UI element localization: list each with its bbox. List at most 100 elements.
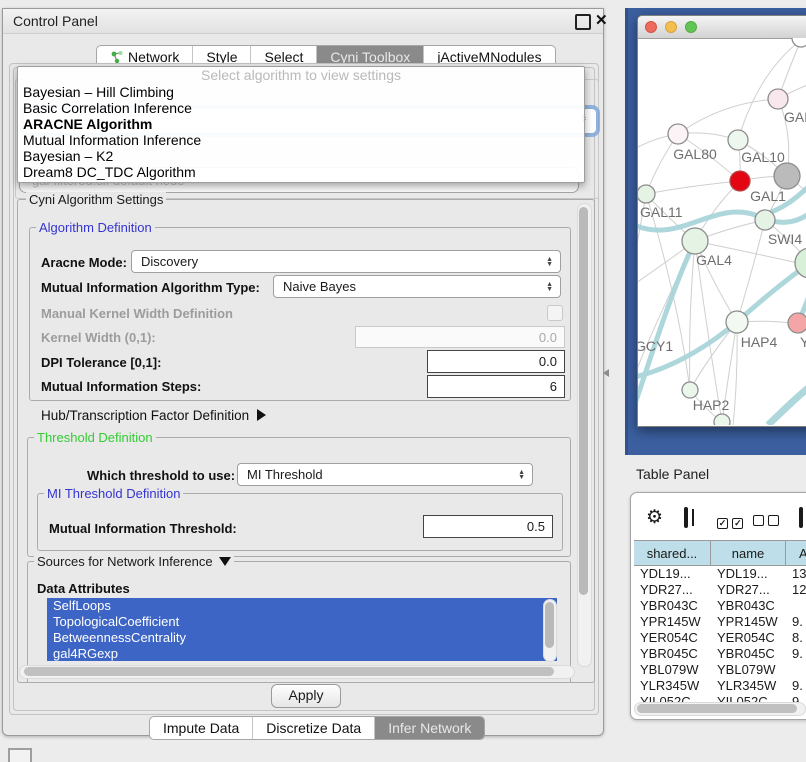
attribute-item[interactable]: TopologicalCoefficient — [47, 614, 557, 630]
table-row[interactable]: YBR045CYBR045C9. — [634, 646, 806, 662]
tab-discretize-data[interactable]: Discretize Data — [252, 717, 374, 739]
mi-type-combobox[interactable]: Naive Bayes ▲▼ — [273, 275, 561, 298]
apply-button[interactable]: Apply — [271, 684, 341, 708]
control-panel-window: Control Panel ✕ Network Style Select Cyn… — [2, 8, 604, 736]
which-threshold-combobox[interactable]: MI Threshold ▲▼ — [237, 463, 533, 486]
dropdown-item[interactable]: Basic Correlation Inference — [18, 100, 584, 116]
table-horizontal-scrollbar[interactable] — [634, 702, 806, 716]
table-panel-title: Table Panel — [636, 466, 709, 482]
mi-steps-value: 6 — [550, 379, 557, 394]
float-window-icon[interactable] — [575, 14, 591, 30]
gear-icon[interactable]: ⚙ — [646, 508, 663, 527]
cyni-mode-tabs: Impute Data Discretize Data Infer Networ… — [149, 716, 485, 740]
network-node-gal10[interactable] — [728, 130, 748, 150]
data-attributes-label: Data Attributes — [37, 581, 130, 596]
network-node-gray[interactable] — [774, 163, 800, 189]
scrollbar-thumb[interactable] — [545, 602, 554, 648]
attribute-item[interactable]: SelfLoops — [47, 598, 557, 614]
which-threshold-value: MI Threshold — [247, 467, 323, 482]
table-body: YDL19...YDL19...13 YDR27...YDR27...12 YB… — [634, 566, 806, 702]
window-title: Control Panel — [13, 13, 98, 29]
column-header-partial[interactable]: A — [786, 541, 806, 565]
mi-threshold-label: Mutual Information Threshold: — [49, 521, 237, 536]
select-all-columns-icon[interactable]: ✓ ✓ — [717, 513, 743, 531]
settings-vertical-scrollbar[interactable] — [577, 203, 592, 667]
close-icon[interactable]: ✕ — [595, 11, 608, 29]
node-label: GAL4 — [696, 252, 732, 268]
dock-panel-icon[interactable] — [8, 748, 32, 762]
screen: Control Panel ✕ Network Style Select Cyn… — [0, 0, 806, 762]
table-row[interactable]: YDL19...YDL19...13 — [634, 566, 806, 582]
close-traffic-light-icon[interactable] — [645, 21, 657, 33]
table-row[interactable]: YBL079WYBL079W — [634, 662, 806, 678]
network-window-titlebar[interactable] — [638, 16, 806, 39]
column-header-shared-name[interactable]: shared... — [634, 541, 711, 565]
network-node-hap4[interactable] — [726, 311, 748, 333]
attributes-vertical-scrollbar[interactable] — [543, 599, 557, 662]
network-tab-icon — [110, 50, 124, 64]
network-node-gal80[interactable] — [668, 124, 688, 144]
minimize-traffic-light-icon[interactable] — [665, 21, 677, 33]
control-panel-titlebar[interactable]: Control Panel ✕ — [3, 9, 603, 34]
dropdown-item-aracne[interactable]: ARACNE Algorithm — [18, 116, 584, 132]
threshold-definition-legend: Threshold Definition — [34, 430, 156, 445]
network-node-swi4[interactable] — [755, 210, 775, 230]
column-header-name[interactable]: name — [711, 541, 786, 565]
scrollbar-thumb[interactable] — [24, 667, 554, 676]
mi-threshold-value: 0.5 — [527, 519, 545, 534]
column-layout-icon[interactable] — [684, 507, 688, 528]
mi-threshold-field[interactable]: 0.5 — [423, 515, 553, 538]
node-label: HAP2 — [693, 397, 730, 413]
attribute-item[interactable]: gal4RGexp — [47, 646, 557, 661]
aracne-mode-value: Discovery — [141, 254, 198, 269]
node-label: GAL — [784, 109, 806, 125]
dpi-tolerance-value: 0.0 — [539, 354, 557, 369]
network-node-salmon[interactable] — [788, 313, 806, 333]
dropdown-item[interactable]: Bayesian – K2 — [18, 148, 584, 164]
settings-horizontal-scrollbar[interactable] — [19, 665, 575, 679]
kernel-width-value: 0.0 — [539, 330, 557, 345]
hub-definition-label: Hub/Transcription Factor Definition — [41, 408, 249, 423]
scrollbar-thumb[interactable] — [637, 704, 797, 713]
network-node-hap2[interactable] — [682, 382, 698, 398]
cyni-settings-legend: Cyni Algorithm Settings — [26, 192, 166, 207]
data-attributes-list: SelfLoops TopologicalCoefficient Between… — [47, 598, 557, 661]
network-node-gal4[interactable] — [682, 228, 708, 254]
dropdown-item[interactable]: Dream8 DC_TDC Algorithm — [18, 164, 584, 180]
tab-infer-network[interactable]: Infer Network — [374, 717, 484, 739]
hub-definition-expander[interactable]: Hub/Transcription Factor Definition — [41, 408, 266, 423]
network-node-gal1-selected[interactable] — [730, 171, 750, 191]
network-node-gal11[interactable] — [638, 185, 655, 203]
table-row[interactable]: YER054CYER054C8. — [634, 630, 806, 646]
dpi-tolerance-field[interactable]: 0.0 — [427, 350, 565, 373]
aracne-mode-combobox[interactable]: Discovery ▲▼ — [131, 250, 561, 273]
sources-legend[interactable]: Sources for Network Inference — [34, 554, 234, 569]
table-row[interactable]: YLR345WYLR345W9. — [634, 678, 806, 694]
collapse-down-icon — [219, 557, 231, 566]
table-row[interactable]: YDR27...YDR27...12 — [634, 582, 806, 598]
combo-spinner-icon: ▲▼ — [546, 257, 560, 267]
manual-kernel-label: Manual Kernel Width Definition — [41, 306, 233, 321]
kernel-width-field[interactable]: 0.0 — [355, 326, 565, 348]
combo-spinner-icon: ▲▼ — [518, 470, 532, 480]
mi-type-label: Mutual Information Algorithm Type: — [41, 280, 260, 295]
table-row[interactable]: YPR145WYPR145W9. — [634, 614, 806, 630]
table-row[interactable]: YIL052CYIL052C9. — [634, 694, 806, 702]
deselect-all-columns-icon[interactable] — [753, 513, 779, 531]
attribute-item[interactable]: BetweennessCentrality — [47, 630, 557, 646]
dpi-tolerance-label: DPI Tolerance [0,1]: — [41, 355, 161, 370]
network-graph[interactable]: GAL GAL80 GAL10 GAL1 GAL11 SWI4 GAL4 GCY… — [638, 38, 806, 425]
dropdown-item[interactable]: Mutual Information Inference — [18, 132, 584, 148]
dropdown-item[interactable]: Bayesian – Hill Climbing — [18, 84, 584, 100]
mi-steps-field[interactable]: 6 — [427, 375, 565, 398]
manual-kernel-checkbox[interactable] — [547, 305, 563, 321]
table-row[interactable]: YBR043CYBR043C — [634, 598, 806, 614]
zoom-traffic-light-icon[interactable] — [685, 21, 697, 33]
panel-icon-partial[interactable] — [799, 507, 803, 528]
panel-divider-grip[interactable] — [603, 369, 609, 377]
node-label: HAP4 — [741, 334, 778, 350]
scrollbar-thumb[interactable] — [579, 207, 588, 595]
network-node[interactable] — [714, 414, 730, 425]
tab-impute-data[interactable]: Impute Data — [150, 717, 252, 739]
network-node[interactable] — [768, 89, 788, 109]
